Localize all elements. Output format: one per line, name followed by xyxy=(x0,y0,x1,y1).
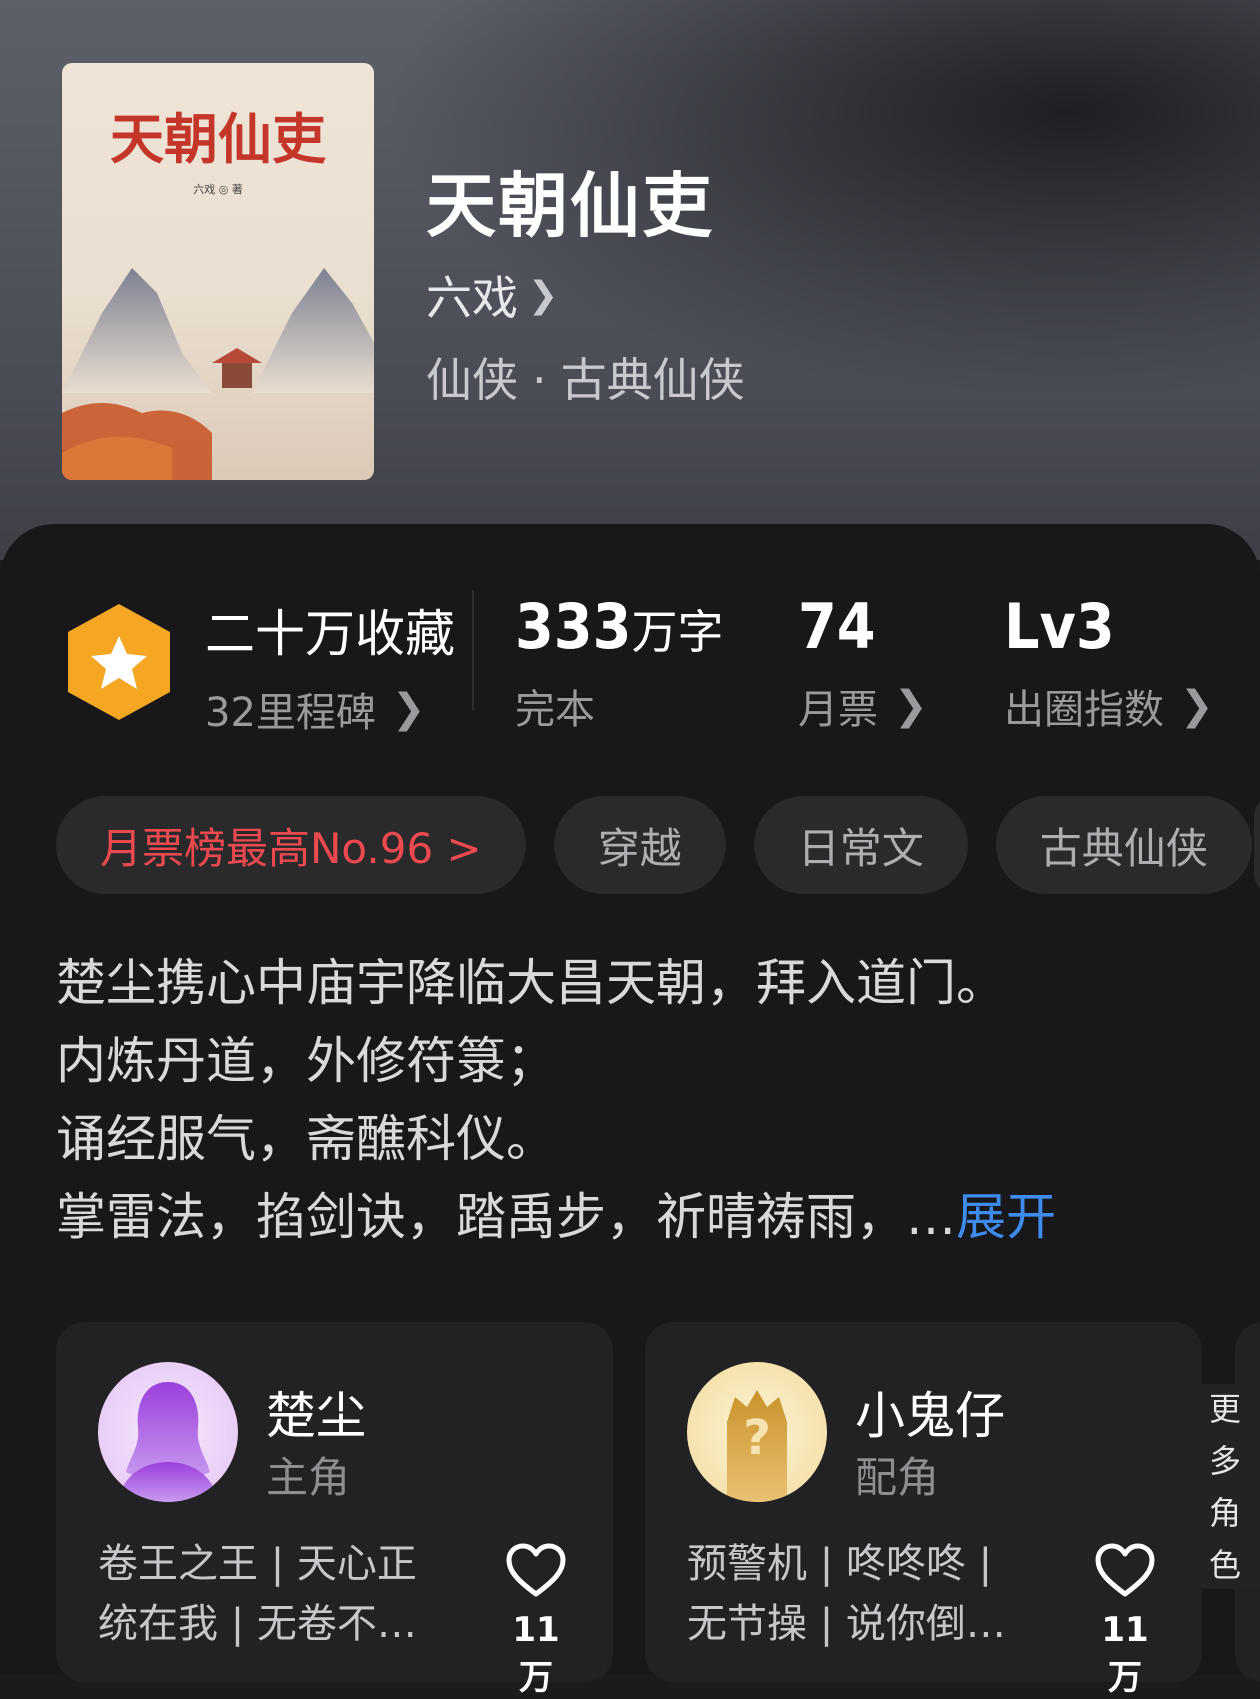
synopsis-line: 楚尘携心中庙宇降临大昌天朝，拜入道门。 xyxy=(56,954,1006,1012)
cover-artwork: 天朝仙吏 六戏 ◎ 著 xyxy=(62,107,374,480)
tag-list: 月票榜最高No.96 > 穿越 日常文 古典仙侠 xyxy=(56,796,1252,894)
chevron-right-icon: ❯ xyxy=(894,683,928,729)
author-link[interactable]: 六戏 ❯ xyxy=(426,262,558,328)
heart-icon xyxy=(1095,1543,1155,1597)
synopsis-line: 诵经服气，斋醮科仪。 xyxy=(56,1110,556,1168)
completion-status: 完本 xyxy=(515,687,595,733)
character-tags-line: 统在我 | 无卷不… xyxy=(98,1601,417,1647)
influence-stat[interactable]: Lv3 出圈指数 ❯ xyxy=(1004,590,1214,735)
tag-monthly-rank[interactable]: 月票榜最高No.96 > xyxy=(56,796,526,894)
word-count-unit: 万字 xyxy=(631,605,724,659)
like-button[interactable]: 11万 xyxy=(496,1542,576,1699)
subcategory-label: 古典仙侠 xyxy=(560,353,745,407)
character-avatar xyxy=(98,1362,238,1502)
character-tags-line: 无节操 | 说你倒… xyxy=(687,1601,1006,1647)
book-header: 天朝仙吏 六戏 ◎ 著 天朝仙吏 六戏 ❯ 仙侠 · 古典仙侠 xyxy=(0,0,1260,560)
tag-classic-xianxia[interactable]: 古典仙侠 xyxy=(995,796,1252,894)
character-role: 配角 xyxy=(855,1453,940,1502)
word-count-number: 333 xyxy=(515,590,632,663)
character-card[interactable]: ? 小鬼仔 配角 预警机 | 咚咚咚 | 无节操 | 说你倒… 11万 xyxy=(645,1322,1202,1698)
collection-title: 二十万收藏 xyxy=(205,605,455,663)
more-characters-char: 更 xyxy=(1208,1389,1241,1428)
word-count-stat: 333万字 完本 xyxy=(515,590,723,735)
influence-level: Lv3 xyxy=(1004,590,1115,663)
like-count: 11万 xyxy=(1101,1610,1149,1698)
book-detail-panel: 二十万收藏 32里程碑 ❯ 333万字 完本 74 月票 ❯ Lv3 出圈指数 … xyxy=(0,524,1260,1698)
tag-overflow[interactable] xyxy=(1254,796,1260,894)
book-title: 天朝仙吏 xyxy=(426,164,714,247)
milestones-label: 32里程碑 xyxy=(205,690,376,736)
stats-row: 二十万收藏 32里程碑 ❯ 333万字 完本 74 月票 ❯ Lv3 出圈指数 … xyxy=(0,524,1260,736)
character-card[interactable]: 楚尘 主角 卷王之王 | 天心正 统在我 | 无卷不… 11万 xyxy=(56,1322,613,1698)
character-name: 楚尘 xyxy=(266,1387,366,1445)
influence-label: 出圈指数 xyxy=(1004,687,1164,733)
expand-link[interactable]: 展开 xyxy=(956,1188,1056,1246)
more-characters-char: 多 xyxy=(1208,1441,1241,1480)
character-tags: 预警机 | 咚咚咚 | 无节操 | 说你倒… xyxy=(687,1534,1027,1654)
author-name: 六戏 xyxy=(426,271,518,325)
synopsis-line: 掌雷法，掐剑诀，踏禹步，祈晴祷雨，… xyxy=(56,1188,956,1246)
category-label: 仙侠 xyxy=(426,353,518,407)
character-tags-line: 卷王之王 | 天心正 xyxy=(98,1541,417,1587)
female-silhouette-icon xyxy=(98,1362,238,1502)
character-list: 楚尘 主角 卷王之王 | 天心正 统在我 | 无卷不… 11万 ? 小鬼仔 配角… xyxy=(56,1322,1260,1698)
character-tags: 卷王之王 | 天心正 统在我 | 无卷不… xyxy=(98,1534,438,1654)
more-characters-button[interactable]: 更 多 角 色 xyxy=(1190,1384,1260,1589)
genre-separator: · xyxy=(532,353,547,407)
chevron-right-icon: ❯ xyxy=(528,274,559,316)
chevron-right-icon: ❯ xyxy=(1180,683,1214,729)
monthly-votes-number: 74 xyxy=(798,590,876,663)
tag-time-travel[interactable]: 穿越 xyxy=(553,796,726,894)
character-name: 小鬼仔 xyxy=(855,1387,1005,1445)
collection-stat[interactable]: 二十万收藏 32里程碑 ❯ xyxy=(205,594,455,738)
svg-text:?: ? xyxy=(743,1410,771,1466)
tag-daily-life[interactable]: 日常文 xyxy=(753,796,968,894)
monthly-votes-stat[interactable]: 74 月票 ❯ xyxy=(798,590,928,735)
character-avatar: ? xyxy=(687,1362,827,1502)
like-count: 11万 xyxy=(512,1610,560,1698)
more-characters-char: 色 xyxy=(1208,1545,1241,1584)
more-characters-char: 角 xyxy=(1208,1493,1241,1532)
star-hexagon-badge-icon xyxy=(68,604,170,720)
heart-icon xyxy=(506,1543,566,1597)
cover-author-text: 六戏 ◎ 著 xyxy=(193,182,243,196)
synopsis[interactable]: 楚尘携心中庙宇降临大昌天朝，拜入道门。 内炼丹道，外修符箓； 诵经服气，斋醮科仪… xyxy=(56,944,1236,1256)
synopsis-line: 内炼丹道，外修符箓； xyxy=(56,1032,556,1090)
chevron-right-icon: ❯ xyxy=(391,686,426,732)
genre-line: 仙侠 · 古典仙侠 xyxy=(426,344,745,410)
like-button[interactable]: 11万 xyxy=(1085,1542,1165,1699)
mystery-character-icon: ? xyxy=(687,1362,827,1502)
monthly-votes-label: 月票 xyxy=(798,687,878,733)
book-cover[interactable]: 天朝仙吏 六戏 ◎ 著 xyxy=(62,63,374,480)
stats-divider xyxy=(472,590,474,710)
character-tags-line: 预警机 | 咚咚咚 | xyxy=(687,1541,993,1587)
character-role: 主角 xyxy=(266,1453,351,1502)
cover-title-text: 天朝仙吏 xyxy=(110,107,327,171)
